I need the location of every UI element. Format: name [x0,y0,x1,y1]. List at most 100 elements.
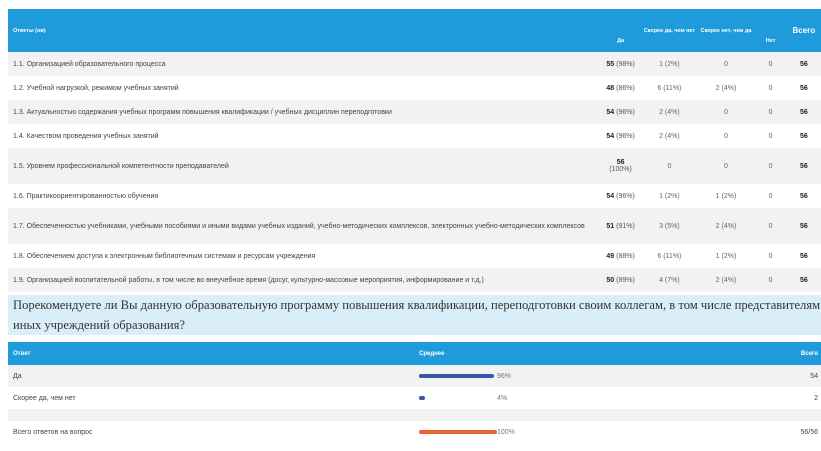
header-yes: Да [599,9,642,52]
table-row: 1.9. Организацией воспитательной работы,… [8,268,821,292]
yes-percent: (96%) [616,132,635,140]
question-text: 1.6. Практикоориентированностью обучения [8,184,600,208]
average-row: Скорее да, чем нет 4% 2 [8,387,821,409]
yes-percent: (88%) [616,252,635,260]
average-bar-track [419,427,505,437]
table-row: 1.7. Обеспеченностью учебниками, учебным… [8,208,821,244]
table-row: 1.6. Практикоориентированностью обучения… [8,184,821,208]
question-text: 1.9. Организацией воспитательной работы,… [8,268,600,292]
no-cell: 0 [754,52,787,76]
header-avg-total: Всего [791,342,821,365]
survey-results-page: Ответы (ов) Да Скорее да, чем нет Скорее… [0,0,821,451]
yes-cell: 49 (88%) [599,244,642,268]
average-bar-track [419,393,505,403]
rather-yes-cell: 1 (2%) [641,184,698,208]
table-row: 1.5. Уровнем профессиональной компетентн… [8,148,821,184]
table-row: 1.8. Обеспечением доступа к электронным … [8,244,821,268]
rather-no-cell: 0 [697,52,755,76]
rather-no-cell: 0 [697,124,755,148]
rather-yes-cell: 2 (4%) [641,124,698,148]
no-cell: 0 [754,208,787,244]
average-bar [419,396,425,400]
average-cell: 100% [419,421,791,443]
question-text: 1.2. Учебной нагрузкой, режимом учебных … [8,76,600,100]
answer-label: Всего ответов на вопрос [8,421,419,443]
no-cell: 0 [754,268,787,292]
total-cell: 56 [786,208,821,244]
average-bar-group: 4% [419,393,791,403]
yes-count: 48 [606,84,615,92]
table-row: 1.3. Актуальностью содержания учебных пр… [8,100,821,124]
yes-cell: 56 (100%) [599,148,642,184]
header-average: Среднее [419,342,791,365]
yes-percent: (96%) [616,108,635,116]
average-header-row: Ответ Среднее Всего [8,342,821,365]
yes-cell: 48 (86%) [599,76,642,100]
header-total: Всего [786,9,821,52]
yes-percent: (89%) [616,276,635,284]
average-row: Да 96% 54 [8,365,821,387]
answer-total: 54 [791,365,821,387]
no-cell: 0 [754,244,787,268]
rather-yes-cell: 6 (11%) [641,244,698,268]
average-bar-group: 100% [419,427,791,437]
no-cell: 0 [754,100,787,124]
yes-cell: 54 (96%) [599,184,642,208]
yes-cell: 51 (91%) [599,208,642,244]
average-row: Всего ответов на вопрос 100% 56/56 [8,421,821,443]
average-bar [419,374,494,378]
yes-percent: (96%) [616,192,635,200]
results-header-row: Ответы (ов) Да Скорее да, чем нет Скорее… [8,9,821,52]
yes-count: 50 [606,276,615,284]
total-cell: 56 [786,124,821,148]
yes-count: 56 [616,159,625,166]
rather-no-cell: 0 [697,100,755,124]
average-table: Ответ Среднее Всего Да 96% 54 Скорее да, че… [8,342,821,443]
question-text: 1.5. Уровнем профессиональной компетентн… [8,148,600,184]
rather-no-cell: 2 (4%) [697,208,755,244]
rather-no-cell: 2 (4%) [697,76,755,100]
question-text: 1.8. Обеспечением доступа к электронным … [8,244,600,268]
no-cell: 0 [754,148,787,184]
answer-total: 2 [791,387,821,409]
average-bar-group: 96% [419,371,791,381]
header-answer: Ответ [8,342,419,365]
rather-yes-cell: 4 (7%) [641,268,698,292]
table-row: 1.1. Организацией образовательного проце… [8,52,821,76]
average-row [8,409,821,421]
rather-yes-cell: 1 (2%) [641,52,698,76]
header-question: Ответы (ов) [8,9,600,52]
yes-count: 54 [606,108,615,116]
no-cell: 0 [754,76,787,100]
yes-percent: (98%) [616,60,635,68]
yes-cell: 55 (98%) [599,52,642,76]
total-cell: 56 [786,184,821,208]
question-text: 1.3. Актуальностью содержания учебных пр… [8,100,600,124]
average-bar [419,430,497,434]
yes-cell: 54 (96%) [599,100,642,124]
rather-yes-cell: 0 [641,148,698,184]
no-cell: 0 [754,124,787,148]
average-cell: 96% [419,365,791,387]
total-cell: 56 [786,76,821,100]
yes-cell: 50 (89%) [599,268,642,292]
yes-cell: 54 (96%) [599,124,642,148]
yes-percent: (86%) [616,84,635,92]
question-text: 1.7. Обеспеченностью учебниками, учебным… [8,208,600,244]
answer-total: 56/56 [791,421,821,443]
yes-count: 49 [606,252,615,260]
total-cell: 56 [786,148,821,184]
header-no: Нет [754,9,787,52]
header-rather-no: Скорее нет, чем да [697,9,755,52]
answer-label: Скорее да, чем нет [8,387,419,409]
answer-label: Да [8,365,419,387]
rather-no-cell: 1 (2%) [697,244,755,268]
answer-total [791,409,821,421]
total-cell: 56 [786,268,821,292]
results-table: Ответы (ов) Да Скорее да, чем нет Скорее… [8,9,821,292]
yes-percent: (91%) [616,222,635,230]
yes-count: 54 [606,192,615,200]
rather-no-cell: 2 (4%) [697,268,755,292]
total-cell: 56 [786,100,821,124]
answer-label [8,409,419,421]
